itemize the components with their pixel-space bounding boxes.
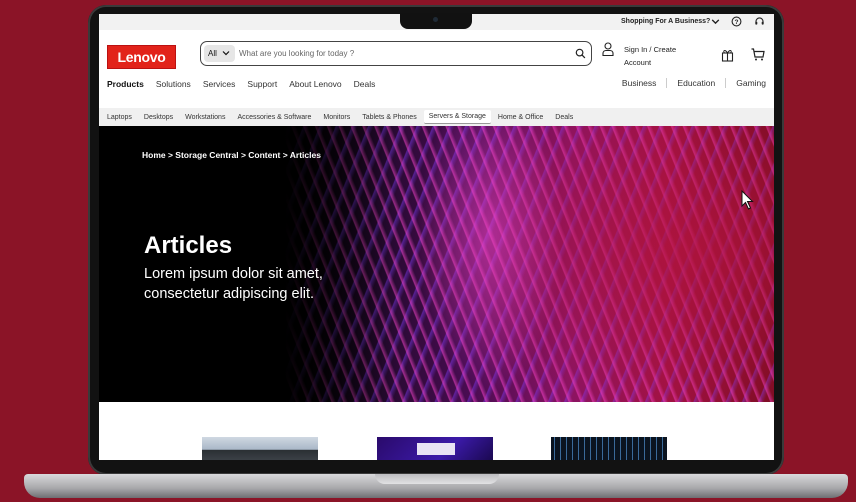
laptop-opening-groove <box>375 474 499 484</box>
nav-item-support[interactable]: Support <box>247 79 277 89</box>
browser-screen: Shopping For A Business? ? Lenovo All Wh… <box>99 14 774 460</box>
hero-subtitle-line1: Lorem ipsum dolor sit amet, <box>144 266 323 282</box>
category-tablets-phones[interactable]: Tablets & Phones <box>357 111 421 124</box>
category-desktops[interactable]: Desktops <box>139 111 178 124</box>
search-category-select[interactable]: All <box>204 45 235 62</box>
sign-in-line2: Account <box>624 58 652 67</box>
segment-gaming[interactable]: Gaming <box>725 78 766 88</box>
segment-education[interactable]: Education <box>666 78 725 88</box>
shopping-for-business-link[interactable]: Shopping For A Business? <box>621 18 710 25</box>
search-input[interactable] <box>239 46 559 61</box>
segment-nav: Business Education Gaming <box>622 78 766 88</box>
search-category-label: All <box>208 49 217 58</box>
segment-business[interactable]: Business <box>622 78 667 88</box>
nav-item-products[interactable]: Products <box>107 79 144 89</box>
nav-item-services[interactable]: Services <box>203 79 236 89</box>
page-title: Articles <box>144 232 233 259</box>
category-deals[interactable]: Deals <box>550 111 578 124</box>
article-thumbnail[interactable] <box>202 437 318 460</box>
nav-item-about-lenovo[interactable]: About Lenovo <box>289 79 341 89</box>
category-laptops[interactable]: Laptops <box>107 111 137 124</box>
breadcrumb[interactable]: Home > Storage Central > Content > Artic… <box>142 150 321 160</box>
category-servers-storage[interactable]: Servers & Storage <box>423 110 491 124</box>
help-icon[interactable]: ? <box>731 16 742 27</box>
hero-glow <box>399 126 659 402</box>
headset-icon[interactable] <box>754 16 765 27</box>
search-icon[interactable] <box>575 48 586 59</box>
chevron-down-icon <box>222 51 230 56</box>
category-home-office[interactable]: Home & Office <box>493 111 548 124</box>
sign-in-line1: Sign In / Create <box>624 45 677 54</box>
category-bar: Laptops Desktops Workstations Accessorie… <box>99 108 774 126</box>
account-icon[interactable] <box>602 42 614 56</box>
mouse-cursor-icon <box>741 190 754 210</box>
article-thumbnail[interactable] <box>551 437 667 460</box>
hero-subtitle-line2: consectetur adipiscing elit. <box>144 286 315 302</box>
articles-list <box>99 402 774 460</box>
category-workstations[interactable]: Workstations <box>180 111 230 124</box>
svg-text:?: ? <box>734 19 738 26</box>
article-thumbnail[interactable] <box>377 437 493 460</box>
sign-in-link[interactable]: Sign In / Create Account <box>624 43 694 69</box>
category-monitors[interactable]: Monitors <box>318 111 355 124</box>
nav-item-deals[interactable]: Deals <box>354 79 376 89</box>
lenovo-logo[interactable]: Lenovo <box>107 45 176 69</box>
category-accessories-software[interactable]: Accessories & Software <box>232 111 316 124</box>
nav-item-solutions[interactable]: Solutions <box>156 79 191 89</box>
camera-icon <box>433 17 438 22</box>
gift-icon[interactable] <box>721 48 734 62</box>
hero-banner: Home > Storage Central > Content > Artic… <box>99 126 774 402</box>
primary-nav: Products Solutions Services Support Abou… <box>107 79 387 89</box>
search-bar: All <box>200 41 592 66</box>
hero-subtitle: Lorem ipsum dolor sit amet, consectetur … <box>144 264 404 304</box>
site-header: Lenovo All Sign In / Create Account <box>99 30 774 94</box>
chevron-down-icon[interactable] <box>710 16 721 27</box>
cart-icon[interactable] <box>751 48 765 61</box>
